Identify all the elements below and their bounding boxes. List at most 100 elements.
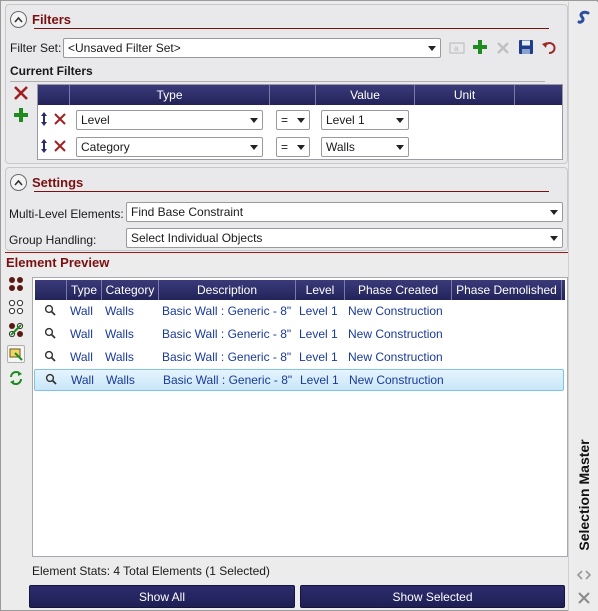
dock-toggle-button[interactable] [576,569,592,583]
filter-row: Level = Level 1 [38,108,562,132]
cell-phase-created: New Construction [348,304,443,318]
undo-icon [542,42,556,54]
table-row[interactable]: Wall Walls Basic Wall : Generic - 8" Level … [34,346,564,368]
remove-filter-button[interactable] [54,140,66,155]
preview-col-type[interactable]: Type [67,280,102,300]
plus-icon [14,108,28,122]
panel-vertical-title: Selection Master [569,432,598,558]
zoom-to-element-button[interactable] [35,373,67,388]
drag-handle-icon[interactable] [40,139,48,156]
filter-operator-value: = [281,113,289,127]
zoom-to-element-button[interactable] [34,350,66,365]
select-all-button[interactable] [7,275,25,293]
group-handling-label: Group Handling: [9,233,97,247]
filter-grid-header: Type Value Unit [38,85,562,105]
settings-header: Settings [10,172,83,192]
save-icon [519,40,533,54]
rename-icon: a [449,42,465,54]
cell-level: Level 1 [299,327,338,341]
close-icon [578,592,590,604]
chevron-down-icon [297,145,305,150]
element-preview-title: Element Preview [6,255,110,270]
table-row[interactable]: Wall Walls Basic Wall : Generic - 8" Level … [34,300,564,322]
close-panel-button[interactable] [577,591,591,605]
cell-type: Wall [70,304,93,318]
dots-filled-icon [9,277,23,291]
drag-handle-icon[interactable] [40,112,48,129]
cell-type: Wall [70,350,93,364]
filter-type-value: Category [81,140,130,154]
cell-category: Walls [105,350,134,364]
collapse-settings-button[interactable] [10,173,27,191]
show-selected-button[interactable]: Show Selected [300,585,565,608]
plus-icon [473,40,487,54]
delete-filter-set-button[interactable] [494,39,512,57]
svg-text:a: a [454,44,459,53]
dock-sidebar: Selection Master [568,2,598,611]
chevron-down-icon [297,118,305,123]
filter-type-dropdown[interactable]: Category [76,137,263,157]
multi-level-value: Find Base Constraint [131,205,244,219]
current-filters-label: Current Filters [10,64,93,78]
settings-panel: Settings Multi-Level Elements: Find Base… [5,167,568,251]
filter-col-extra [515,85,560,105]
magnifier-icon [44,327,56,339]
filter-operator-dropdown[interactable]: = [276,137,310,157]
chevron-up-icon [14,16,23,23]
table-row[interactable]: Wall Walls Basic Wall : Generic - 8" Level … [34,369,564,391]
preview-col-category[interactable]: Category [102,280,159,300]
select-none-button[interactable] [7,298,25,316]
preview-col-phase-demolished[interactable]: Phase Demolished [452,280,562,300]
cell-level: Level 1 [300,373,339,387]
filter-operator-dropdown[interactable]: = [276,110,310,130]
group-handling-dropdown[interactable]: Select Individual Objects [126,228,563,248]
cell-type: Wall [70,327,93,341]
current-filters-rule [10,81,545,82]
filter-type-value: Level [81,113,110,127]
zoom-to-element-button[interactable] [34,304,66,319]
scissors-x-icon [54,140,66,152]
selection-master-title: Selection Master [576,439,592,551]
filter-value-dropdown[interactable]: Walls [321,137,409,157]
multi-level-dropdown[interactable]: Find Base Constraint [126,202,563,222]
preview-divider [5,252,568,253]
undo-button[interactable] [540,38,558,56]
show-all-button[interactable]: Show All [29,585,295,608]
save-filter-set-button[interactable] [517,38,535,56]
chevron-down-icon [396,145,404,150]
chevron-down-icon [250,118,258,123]
group-handling-value: Select Individual Objects [131,231,263,245]
selection-master-window: Filters Filter Set: <Unsaved Filter Set>… [0,0,598,611]
cell-phase-created: New Construction [348,327,443,341]
preview-col-phase-created[interactable]: Phase Created [345,280,452,300]
magnifier-icon [44,304,56,316]
cell-phase-created: New Construction [349,373,444,387]
refresh-icon [10,371,22,385]
remove-filter-button[interactable] [54,113,66,128]
preview-col-level[interactable]: Level [296,280,345,300]
rename-filter-set-button[interactable]: a [448,39,466,57]
element-stats-value: 4 Total Elements (1 Selected) [113,564,270,578]
filter-value-dropdown[interactable]: Level 1 [321,110,409,130]
settings-title-rule [34,191,549,192]
cell-description: Basic Wall : Generic - 8" [163,373,293,387]
add-filter-button[interactable] [12,106,30,124]
filter-col-value: Value [316,85,415,105]
pick-elements-button[interactable] [7,345,25,363]
collapse-filters-button[interactable] [10,10,27,28]
table-row[interactable]: Wall Walls Basic Wall : Generic - 8" Level … [34,323,564,345]
filters-panel: Filters Filter Set: <Unsaved Filter Set>… [5,4,568,164]
scissors-x-icon [14,86,28,100]
filter-set-dropdown[interactable]: <Unsaved Filter Set> [63,38,441,58]
cell-description: Basic Wall : Generic - 8" [162,327,292,341]
filter-type-dropdown[interactable]: Level [76,110,263,130]
refresh-button[interactable] [7,369,25,387]
element-stats-label: Element Stats: [32,564,111,578]
clear-filters-button[interactable] [12,84,30,102]
zoom-to-element-button[interactable] [34,327,66,342]
multi-level-label: Multi-Level Elements: [9,207,124,221]
chevron-down-icon [396,118,404,123]
preview-col-description[interactable]: Description [159,280,296,300]
invert-selection-button[interactable] [7,321,25,339]
add-filter-set-button[interactable] [471,38,489,56]
